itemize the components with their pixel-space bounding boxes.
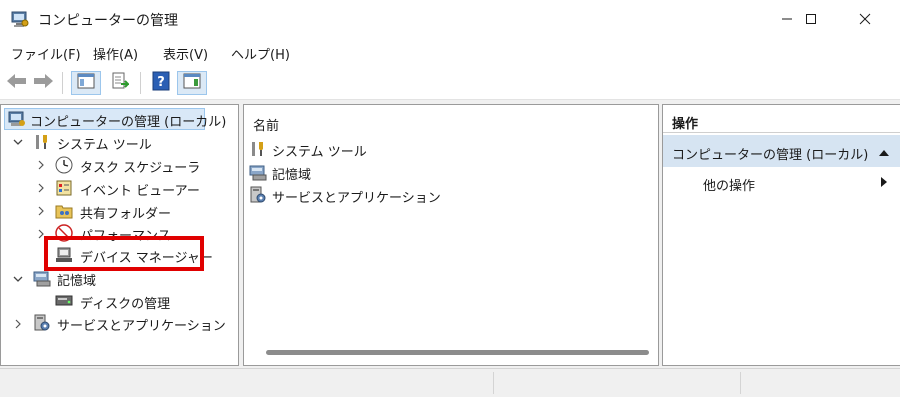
tree-item-disk-management[interactable]: ディスクの管理 xyxy=(80,293,170,312)
list-item-storage[interactable]: 記憶域 xyxy=(272,164,311,183)
tree-item-event-viewer[interactable]: イベント ビューアー xyxy=(80,180,200,199)
services-icon xyxy=(249,186,267,204)
event-viewer-icon xyxy=(55,179,73,197)
forward-arrow-icon xyxy=(32,73,54,93)
console-tree-pane: コンピューターの管理 (ローカル) システム ツール タスク スケジューラ イベ… xyxy=(0,104,239,366)
back-button[interactable] xyxy=(5,71,29,95)
toolbar-separator xyxy=(62,72,63,94)
menu-bar: ファイル(F) 操作(A) 表示(V) ヘルプ(H) xyxy=(0,38,900,66)
tree-item-services-and-applications[interactable]: サービスとアプリケーション xyxy=(57,315,226,334)
shared-folder-icon xyxy=(55,202,73,220)
export-list-icon xyxy=(111,72,131,94)
show-console-tree-button[interactable] xyxy=(71,71,101,95)
console-tree-icon xyxy=(77,73,95,93)
status-separator xyxy=(740,372,741,394)
title-bar: コンピューターの管理 xyxy=(0,0,900,38)
chevron-right-icon[interactable] xyxy=(12,318,24,330)
list-item-system-tools[interactable]: システム ツール xyxy=(272,141,367,160)
svg-text:?: ? xyxy=(157,75,165,90)
tree-item-shared-folders[interactable]: 共有フォルダー xyxy=(80,203,171,222)
actions-pane: 操作 コンピューターの管理 (ローカル) 他の操作 xyxy=(662,104,900,366)
maximize-icon xyxy=(805,13,817,25)
disk-management-icon xyxy=(55,291,73,309)
services-icon xyxy=(33,314,51,332)
more-actions-item[interactable]: 他の操作 xyxy=(703,175,755,194)
tree-root-label[interactable]: コンピューターの管理 (ローカル) xyxy=(30,111,226,130)
storage-icon xyxy=(249,163,267,181)
window-title: コンピューターの管理 xyxy=(38,13,178,29)
close-button[interactable] xyxy=(840,0,890,38)
forward-button[interactable] xyxy=(31,71,55,95)
highlight-box xyxy=(44,236,204,271)
menu-help[interactable]: ヘルプ(H) xyxy=(231,44,290,63)
toolbar: ? xyxy=(0,66,900,100)
actions-header: 操作 xyxy=(663,105,900,133)
actions-header-label: 操作 xyxy=(672,117,699,132)
clock-icon xyxy=(55,156,73,174)
storage-icon xyxy=(33,269,51,287)
chevron-down-icon[interactable] xyxy=(12,273,24,285)
action-pane-icon xyxy=(183,73,201,93)
horizontal-scrollbar[interactable] xyxy=(266,350,649,355)
computer-management-icon xyxy=(8,110,26,128)
chevron-down-icon[interactable] xyxy=(12,136,24,148)
tree-item-storage[interactable]: 記憶域 xyxy=(57,270,96,289)
back-arrow-icon xyxy=(6,73,28,93)
maximize-button[interactable] xyxy=(786,0,836,38)
list-item-services-and-applications[interactable]: サービスとアプリケーション xyxy=(272,187,441,206)
menu-file[interactable]: ファイル(F) xyxy=(11,44,81,63)
show-action-pane-button[interactable] xyxy=(177,71,207,95)
tools-icon xyxy=(249,140,267,158)
export-list-button[interactable] xyxy=(108,71,132,95)
help-icon: ? xyxy=(152,71,170,95)
chevron-right-icon[interactable] xyxy=(35,182,47,194)
close-icon xyxy=(859,13,871,25)
collapse-up-icon[interactable] xyxy=(878,146,890,161)
column-header-name[interactable]: 名前 xyxy=(253,115,279,134)
tools-icon xyxy=(33,133,51,151)
status-bar xyxy=(0,368,900,397)
tree-item-system-tools[interactable]: システム ツール xyxy=(57,134,152,153)
computer-management-icon xyxy=(11,10,29,28)
content-pane: 名前 システム ツール 記憶域 サービスとアプリケーション xyxy=(243,104,659,366)
chevron-right-icon[interactable] xyxy=(35,159,47,171)
tree-item-task-scheduler[interactable]: タスク スケジューラ xyxy=(80,157,200,176)
submenu-arrow-icon xyxy=(880,176,888,192)
toolbar-separator xyxy=(140,72,141,94)
status-separator xyxy=(493,372,494,394)
actions-group-label: コンピューターの管理 (ローカル) xyxy=(672,148,869,163)
actions-group[interactable]: コンピューターの管理 (ローカル) xyxy=(663,135,900,167)
menu-action[interactable]: 操作(A) xyxy=(93,44,138,63)
help-button[interactable]: ? xyxy=(149,71,173,95)
chevron-right-icon[interactable] xyxy=(35,205,47,217)
menu-view[interactable]: 表示(V) xyxy=(163,44,208,63)
